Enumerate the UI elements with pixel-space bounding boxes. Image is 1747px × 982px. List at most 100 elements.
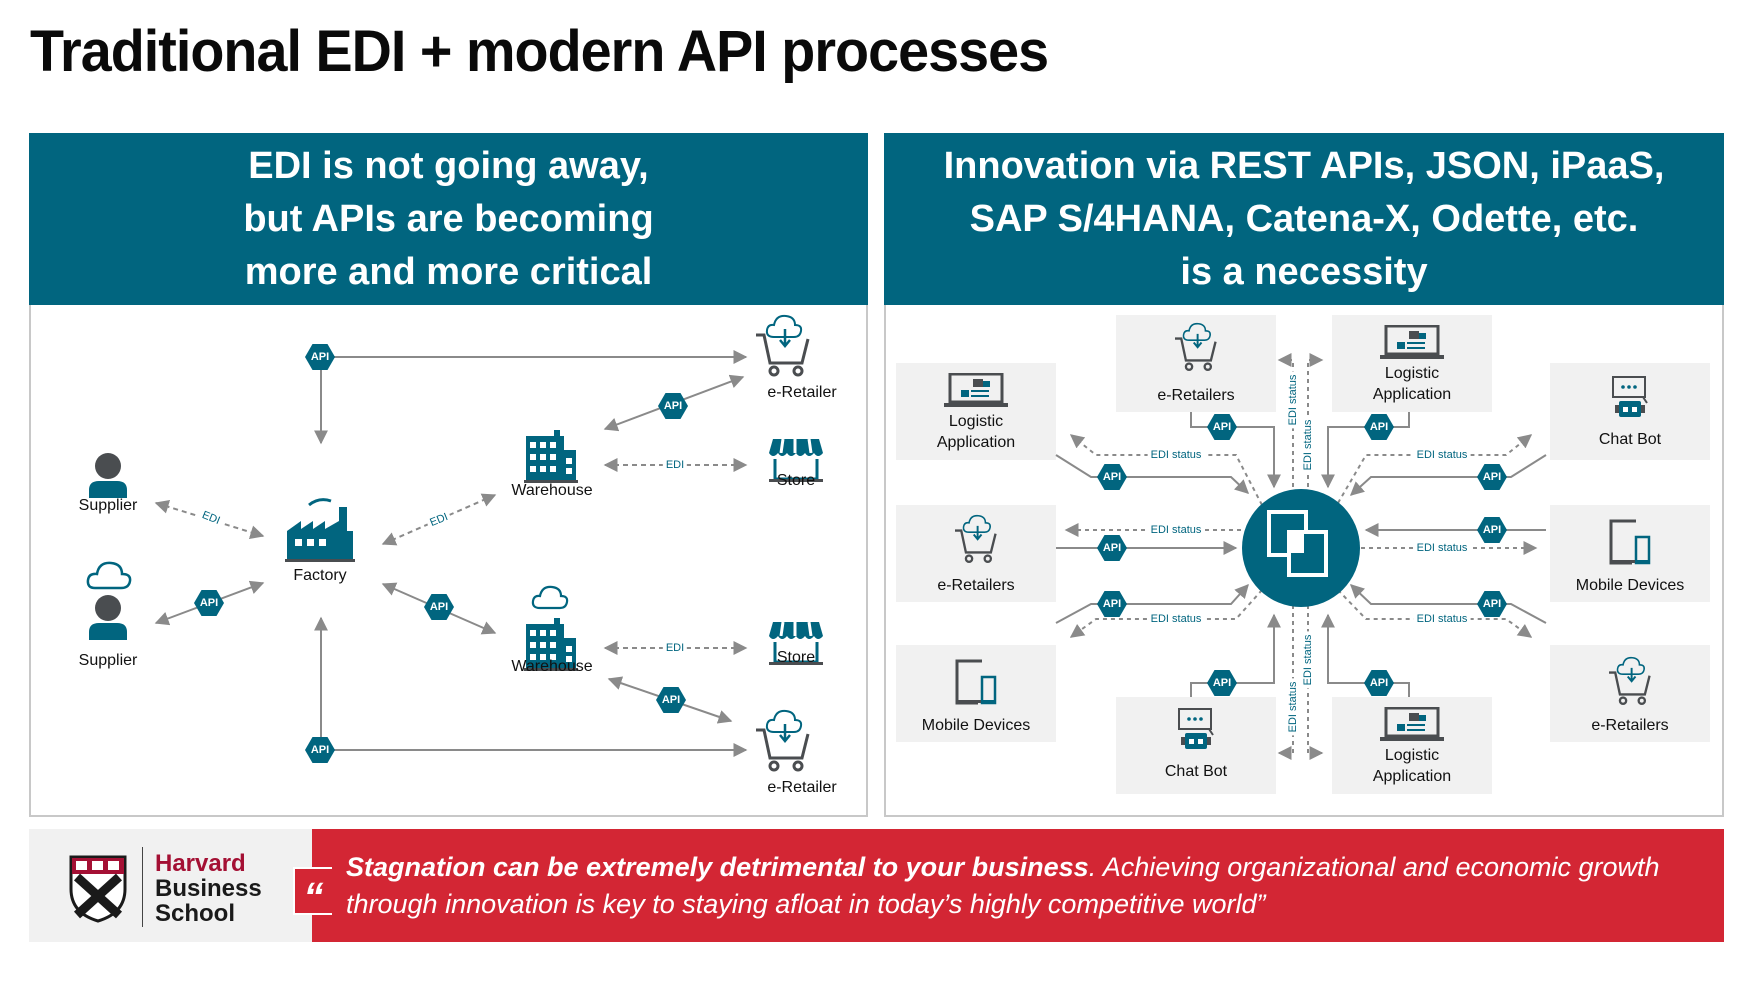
tile-label: Logistic <box>1384 365 1440 382</box>
edi-status-label: EDI status <box>1287 678 1299 736</box>
cloud-cart-icon <box>1609 656 1651 705</box>
chat-bot-icon <box>1612 376 1648 417</box>
cloud-supplier-icon <box>86 561 132 640</box>
api-badge: API <box>1364 670 1394 696</box>
api-panel: Innovation via REST APIs, JSON, iPaaS, S… <box>884 133 1724 817</box>
header-line: Innovation via REST APIs, JSON, iPaaS, <box>943 144 1665 187</box>
cloud-cart-icon <box>955 514 997 563</box>
tile-eretailers: e-Retailers <box>1116 315 1276 412</box>
api-badge: API <box>1477 591 1507 617</box>
api-badge: API <box>1477 464 1507 490</box>
tile-label: e-Retailers <box>1157 387 1235 404</box>
hbs-logo: Harvard Business School <box>29 829 312 942</box>
header-line: but APIs are becoming <box>243 197 654 240</box>
cloud-cart-icon <box>1175 322 1217 371</box>
factory-label: Factory <box>293 567 347 584</box>
edi-status-label: EDI status <box>1147 449 1205 461</box>
tile-mobile-devices: Mobile Devices <box>1550 505 1710 602</box>
eretailer-label: e-Retailer <box>767 384 837 401</box>
logistic-laptop-icon <box>944 373 1008 407</box>
tile-label: e-Retailers <box>937 577 1015 594</box>
tile-label: Mobile Devices <box>921 717 1031 734</box>
logo-line: Harvard <box>155 850 246 877</box>
harvard-shield-icon <box>69 855 127 923</box>
api-badge: API <box>1207 670 1237 696</box>
tile-label: e-Retailers <box>1591 717 1669 734</box>
tile-mobile-devices: Mobile Devices <box>896 645 1056 742</box>
edi-flow-diagram: API API API API API API EDI EDI EDI EDI … <box>31 305 866 815</box>
edi-status-label: EDI status <box>1302 631 1314 689</box>
quote-text: Stagnation can be extremely detrimental … <box>346 849 1704 923</box>
header-line: SAP S/4HANA, Catena-X, Odette, etc. <box>969 197 1639 240</box>
edi-status-label: EDI status <box>1413 542 1471 554</box>
api-badge: API <box>1364 414 1394 440</box>
mobile-devices-icon <box>955 659 997 705</box>
tile-logistic-application: Logistic Application <box>896 363 1056 460</box>
edi-label: EDI <box>662 642 688 654</box>
api-panel-header: Innovation via REST APIs, JSON, iPaaS, S… <box>884 133 1724 305</box>
quote-block: “ Stagnation can be extremely detrimenta… <box>293 829 1724 942</box>
hbs-wordmark: Harvard Business School <box>155 851 262 926</box>
logo-divider <box>142 847 143 927</box>
tile-eretailers: e-Retailers <box>1550 645 1710 742</box>
store-label: Store <box>776 649 816 666</box>
tile-logistic-application: Logistic Application <box>1332 697 1492 794</box>
eretailer-label: e-Retailer <box>767 779 837 796</box>
api-badge: API <box>194 590 224 616</box>
quote-bold: Stagnation can be extremely detrimental … <box>346 852 1089 882</box>
edi-diagram-canvas <box>86 314 823 772</box>
tile-label: Application <box>1372 386 1452 403</box>
api-badge: API <box>424 594 454 620</box>
edi-panel-header: EDI is not going away, but APIs are beco… <box>29 133 868 305</box>
tile-chat-bot: Chat Bot <box>1116 697 1276 794</box>
logo-line: School <box>155 900 236 927</box>
api-badge: API <box>1477 517 1507 543</box>
header-line: more and more critical <box>244 250 653 293</box>
api-badge: API <box>305 737 335 763</box>
api-hub-diagram: e-Retailers Logistic Application Logisti… <box>886 305 1722 815</box>
edi-status-label: EDI status <box>1147 524 1205 536</box>
mobile-devices-icon <box>1609 519 1651 565</box>
supplier-label: Supplier <box>78 652 138 669</box>
logo-line: Business <box>155 875 262 902</box>
tile-logistic-application: Logistic Application <box>1332 315 1492 412</box>
cloud-cart-icon <box>756 709 810 772</box>
quote-mark-icon: “ <box>293 867 332 919</box>
tile-label: Chat Bot <box>1598 431 1662 448</box>
tile-label: Logistic <box>1384 747 1440 764</box>
tile-label: Application <box>936 434 1016 451</box>
chat-bot-icon <box>1178 708 1214 749</box>
supplier-person-icon <box>89 453 127 498</box>
edi-label: EDI <box>662 459 688 471</box>
tile-label: Chat Bot <box>1164 763 1228 780</box>
logistic-laptop-icon <box>1380 707 1444 741</box>
edi-status-label: EDI status <box>1413 613 1471 625</box>
tile-eretailers: e-Retailers <box>896 505 1056 602</box>
page-title: Traditional EDI + modern API processes <box>30 19 1049 84</box>
tile-label: Mobile Devices <box>1575 577 1685 594</box>
tile-label: Application <box>1372 768 1452 785</box>
api-badge: API <box>1097 464 1127 490</box>
factory-icon <box>285 498 355 562</box>
warehouse-label: Warehouse <box>511 658 593 675</box>
api-badge: API <box>1097 591 1127 617</box>
api-badge: API <box>305 344 335 370</box>
cloud-cart-icon <box>756 314 810 377</box>
edi-panel: EDI is not going away, but APIs are beco… <box>29 133 868 817</box>
warehouse-icon <box>524 430 578 483</box>
logistic-laptop-icon <box>1380 325 1444 359</box>
tile-label: Logistic <box>948 413 1004 430</box>
api-badge: API <box>1207 414 1237 440</box>
edi-status-label: EDI status <box>1413 449 1471 461</box>
api-badge: API <box>1097 535 1127 561</box>
supplier-label: Supplier <box>78 497 138 514</box>
api-badge: API <box>656 687 686 713</box>
quote-banner: Harvard Business School “ Stagnation can… <box>29 829 1724 942</box>
api-badge: API <box>658 393 688 419</box>
edi-status-label: EDI status <box>1287 371 1299 429</box>
edi-status-label: EDI status <box>1147 613 1205 625</box>
header-line: EDI is not going away, <box>248 144 649 187</box>
warehouse-label: Warehouse <box>511 482 593 499</box>
tile-chat-bot: Chat Bot <box>1550 363 1710 460</box>
edi-status-label: EDI status <box>1302 416 1314 474</box>
